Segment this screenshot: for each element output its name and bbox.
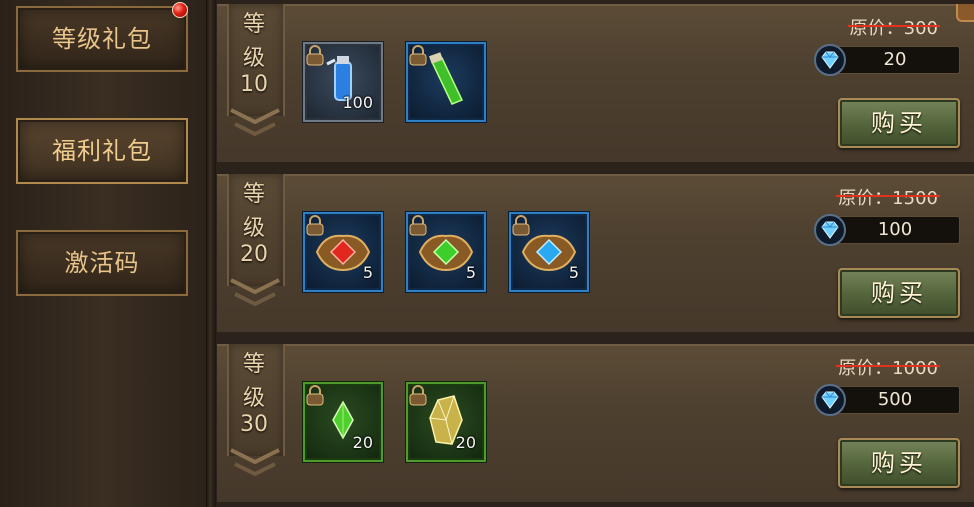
corner-tab — [956, 4, 974, 22]
sidebar-item-activation-code[interactable]: 激活码 — [16, 230, 188, 296]
lock-icon — [306, 215, 324, 236]
original-price-text: 原价：300 — [849, 18, 938, 39]
item-slot[interactable]: 5 — [303, 212, 383, 292]
original-price: 原价：300 — [847, 14, 940, 40]
rank-label: 等 — [242, 12, 265, 37]
item-slot[interactable]: 20 — [303, 382, 383, 462]
sidebar-item-welfare-pack[interactable]: 福利礼包 — [16, 118, 188, 184]
buy-button[interactable]: 购买 — [838, 98, 960, 148]
strikethrough — [836, 195, 940, 197]
item-slot[interactable]: 5 — [509, 212, 589, 292]
diamond-icon — [814, 384, 846, 416]
sidebar-item-label: 等级礼包 — [52, 25, 152, 53]
strikethrough — [847, 25, 940, 27]
chevron-down-icon — [234, 462, 276, 477]
original-price-text: 原价：1000 — [838, 358, 938, 379]
diamond-icon — [814, 214, 846, 246]
sidebar-item-label: 福利礼包 — [52, 137, 152, 165]
price-value: 500 — [830, 386, 960, 414]
price-value: 100 — [830, 216, 960, 244]
rank-level: 30 — [240, 412, 268, 437]
lock-icon — [306, 385, 324, 406]
lock-icon — [306, 45, 324, 66]
rank-badge: 等 级 30 — [219, 344, 289, 484]
buy-button[interactable]: 购买 — [838, 268, 960, 318]
item-slot[interactable]: 100 — [303, 42, 383, 122]
item-quantity: 20 — [455, 433, 476, 452]
sidebar-item-label: 激活码 — [64, 249, 140, 277]
rank-level: 10 — [240, 72, 268, 97]
rank-label: 级 — [242, 46, 265, 71]
price-field: 100 — [814, 214, 962, 246]
price-field: 20 — [814, 44, 962, 76]
pack-row-level-20: 等 级 20 5 5 5 原价：1500 100 购买 — [217, 174, 974, 334]
original-price-text: 原价：1500 — [838, 188, 938, 209]
rank-level: 20 — [240, 242, 268, 267]
item-quantity: 20 — [352, 433, 373, 452]
lock-icon — [512, 215, 530, 236]
item-slot[interactable]: 5 — [406, 212, 486, 292]
item-slot[interactable] — [406, 42, 486, 122]
pack-row-level-10: 等 级 10 100 原价：300 20 购买 — [217, 4, 974, 164]
item-quantity: 5 — [465, 263, 476, 282]
sidebar: 等级礼包 福利礼包 激活码 — [0, 0, 208, 507]
notification-dot-icon — [172, 2, 188, 18]
rank-label: 等 — [242, 352, 265, 377]
chevron-down-icon — [234, 292, 276, 307]
original-price: 原价：1500 — [836, 184, 940, 210]
strikethrough — [836, 365, 940, 367]
rank-label: 等 — [242, 182, 265, 207]
divider — [206, 0, 216, 507]
lock-icon — [409, 45, 427, 66]
price-value: 20 — [830, 46, 960, 74]
rank-label: 级 — [242, 216, 265, 241]
pack-row-level-30: 等 级 30 20 20 原价：1000 500 购买 — [217, 344, 974, 504]
buy-button[interactable]: 购买 — [838, 438, 960, 488]
lock-icon — [409, 385, 427, 406]
price-field: 500 — [814, 384, 962, 416]
item-quantity: 100 — [342, 93, 373, 112]
lock-icon — [409, 215, 427, 236]
diamond-icon — [814, 44, 846, 76]
rank-badge: 等 级 10 — [219, 4, 289, 144]
rank-label: 级 — [242, 386, 265, 411]
rank-badge: 等 级 20 — [219, 174, 289, 314]
original-price: 原价：1000 — [836, 354, 940, 380]
item-slot[interactable]: 20 — [406, 382, 486, 462]
chevron-down-icon — [234, 122, 276, 137]
item-quantity: 5 — [362, 263, 373, 282]
sidebar-item-level-pack[interactable]: 等级礼包 — [16, 2, 188, 72]
item-quantity: 5 — [568, 263, 579, 282]
